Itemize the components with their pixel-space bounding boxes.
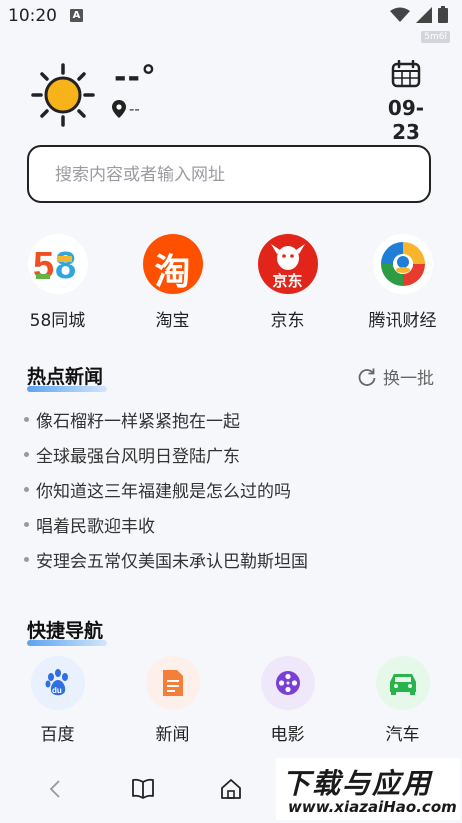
- refresh-button[interactable]: 换一批: [357, 364, 434, 389]
- status-bar: 10:20 A 5m6l: [0, 0, 462, 43]
- bullet-icon: [24, 557, 29, 562]
- watermark-title: 下载与应用: [282, 767, 433, 800]
- app-label: 京东: [270, 311, 305, 331]
- refresh-icon: [358, 368, 376, 386]
- quick-nav-label: 汽车: [385, 725, 420, 745]
- temperature: --°: [114, 60, 157, 95]
- tencent-finance-logo-icon: [372, 234, 433, 294]
- car-icon: [375, 656, 430, 710]
- quick-nav-title: 快捷导航: [27, 616, 107, 646]
- app-shortcut-jd[interactable]: 京东 京东: [230, 234, 345, 331]
- app-shortcut-58[interactable]: 5 8 58同城: [0, 234, 115, 331]
- home-icon[interactable]: [220, 778, 242, 800]
- news-text: 你知道这三年福建舰是怎么过的吗: [36, 482, 291, 502]
- baidu-paw-icon: du: [30, 656, 85, 710]
- bullet-icon: [24, 522, 29, 527]
- quick-nav-label: 电影: [270, 725, 305, 745]
- hot-news-title: 热点新闻: [27, 362, 107, 392]
- quick-nav-car[interactable]: 汽车: [345, 656, 460, 745]
- quick-nav-label: 新闻: [155, 725, 190, 745]
- sunny-icon: [31, 63, 95, 127]
- bullet-icon: [24, 487, 29, 492]
- news-text: 安理会五常仅美国未承认巴勒斯坦国: [36, 552, 308, 572]
- bullet-icon: [24, 452, 29, 457]
- news-item[interactable]: 安理会五常仅美国未承认巴勒斯坦国: [24, 542, 308, 577]
- bullet-icon: [24, 417, 29, 422]
- news-document-icon: [145, 656, 200, 710]
- news-text: 全球最强台风明日登陆广东: [36, 447, 240, 467]
- calendar-icon: [391, 59, 421, 88]
- debug-badge: 5m6l: [421, 31, 450, 43]
- taobao-glyph: 淘: [154, 252, 191, 293]
- back-arrow-icon[interactable]: [48, 778, 62, 800]
- quick-nav-news[interactable]: 新闻: [115, 656, 230, 745]
- date-text: 09-23: [387, 96, 425, 144]
- search-input[interactable]: [53, 147, 417, 203]
- wifi-icon: [390, 7, 410, 22]
- hot-news-title-text: 热点新闻: [27, 366, 104, 388]
- search-box[interactable]: [27, 145, 431, 203]
- app-shortcuts: 5 8 58同城 淘 淘宝 京东 京东 腾讯财经: [0, 234, 462, 331]
- weather-widget[interactable]: --° -- 09-23: [30, 59, 430, 144]
- app-shortcut-taobao[interactable]: 淘 淘宝: [115, 234, 230, 331]
- taobao-logo-icon: 淘: [142, 234, 203, 294]
- app-label: 58同城: [29, 311, 86, 331]
- status-icons: [390, 6, 448, 23]
- location[interactable]: --: [112, 100, 140, 118]
- svg-text:8: 8: [55, 245, 76, 287]
- watermark-url: www.xiazaiHao.com: [288, 798, 457, 816]
- quick-nav-title-text: 快捷导航: [27, 620, 104, 642]
- calendar-button[interactable]: 09-23: [376, 59, 436, 144]
- app-label: 腾讯财经: [368, 311, 437, 331]
- 58-logo-icon: 5 8: [27, 234, 88, 294]
- quick-nav-movie[interactable]: 电影: [230, 656, 345, 745]
- refresh-label: 换一批: [383, 369, 434, 389]
- svg-text:du: du: [52, 686, 62, 695]
- news-item[interactable]: 你知道这三年福建舰是怎么过的吗: [24, 472, 308, 507]
- news-text: 唱着民歌迎丰收: [36, 517, 155, 537]
- jd-logo-icon: 京东: [257, 234, 318, 294]
- watermark-logo: 下载与应用 www.xiazaiHao.com: [276, 758, 460, 820]
- jd-glyph: 京东: [272, 272, 303, 290]
- quick-nav: du 百度 新闻 电影 汽车: [0, 656, 462, 745]
- news-item[interactable]: 像石榴籽一样紧紧抱在一起: [24, 402, 308, 437]
- news-item[interactable]: 全球最强台风明日登陆广东: [24, 437, 308, 472]
- status-time: 10:20: [8, 6, 57, 26]
- svg-text:5: 5: [33, 245, 54, 287]
- location-text: --: [129, 100, 140, 118]
- quick-nav-label: 百度: [40, 725, 75, 745]
- news-item[interactable]: 唱着民歌迎丰收: [24, 507, 308, 542]
- signal-icon: [416, 6, 432, 23]
- film-reel-icon: [260, 656, 315, 710]
- app-shortcut-tencent-finance[interactable]: 腾讯财经: [345, 234, 460, 331]
- location-pin-icon: [112, 100, 126, 118]
- quick-nav-baidu[interactable]: du 百度: [0, 656, 115, 745]
- news-text: 像石榴籽一样紧紧抱在一起: [36, 412, 240, 432]
- battery-icon: [438, 6, 448, 23]
- news-list: 像石榴籽一样紧紧抱在一起 全球最强台风明日登陆广东 你知道这三年福建舰是怎么过的…: [24, 402, 308, 577]
- bookmark-book-icon[interactable]: [131, 778, 155, 800]
- app-label: 淘宝: [155, 311, 190, 331]
- notification-icon: A: [70, 9, 83, 22]
